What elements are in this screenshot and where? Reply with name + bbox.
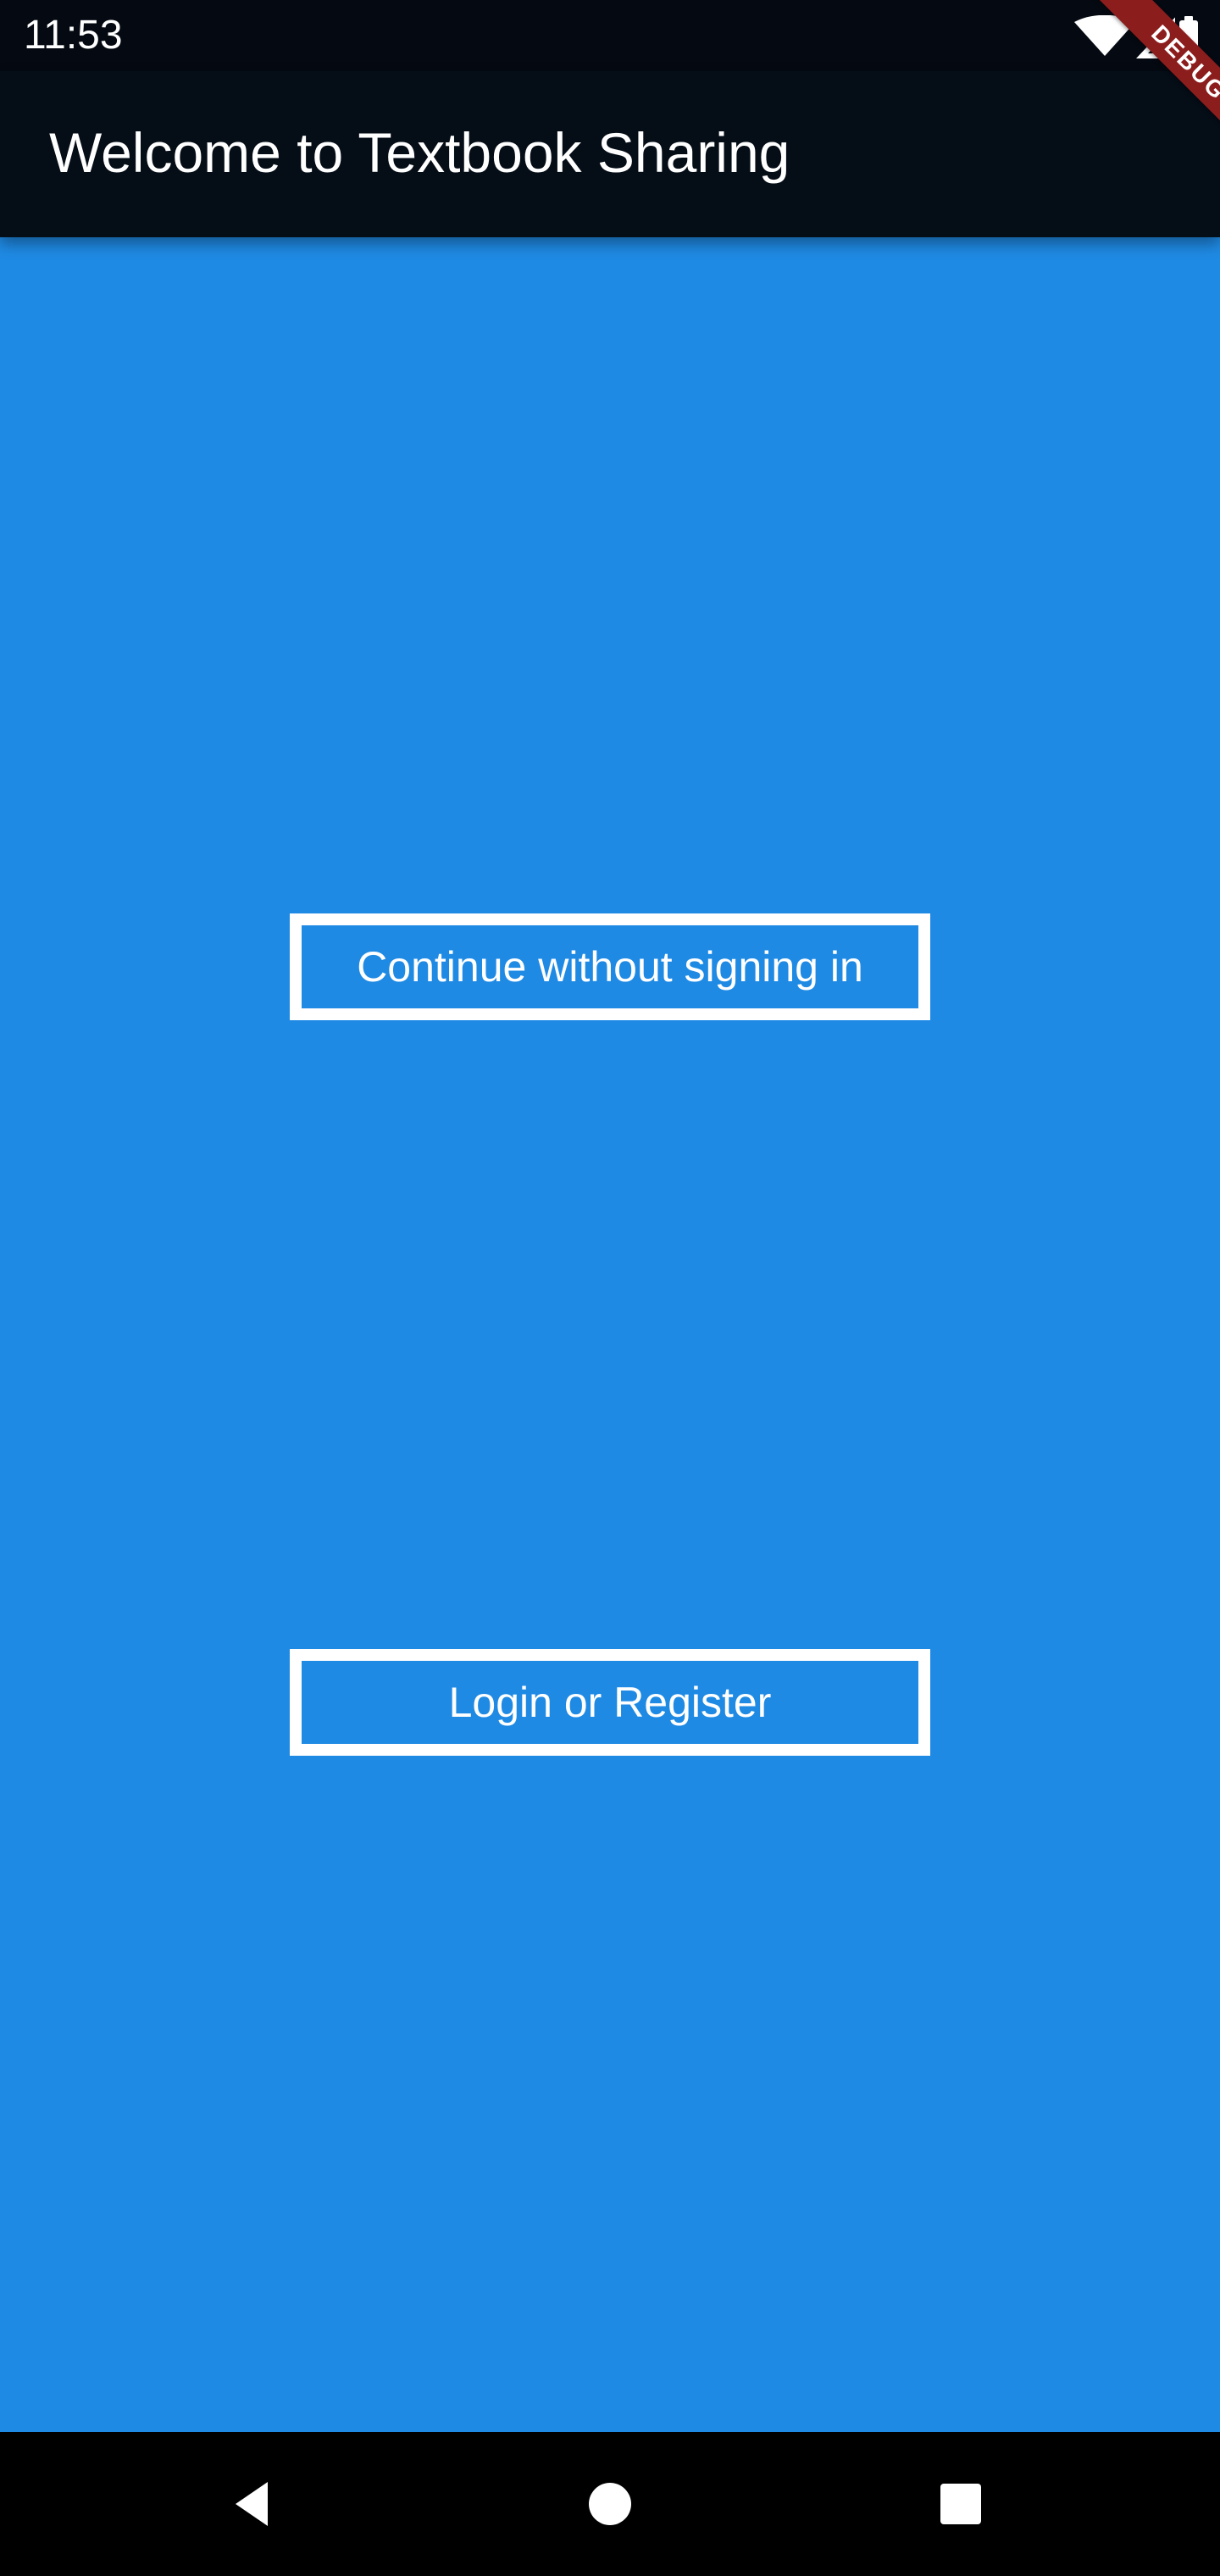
continue-without-signing-in-label: Continue without signing in (357, 943, 863, 991)
battery-icon (1179, 16, 1198, 56)
recent-apps-button[interactable] (910, 2432, 1012, 2576)
wifi-icon (1074, 14, 1135, 56)
app-bar: Welcome to Textbook Sharing (0, 71, 1220, 237)
recent-apps-icon (940, 2484, 981, 2524)
back-icon (236, 2482, 268, 2526)
status-bar: 11:53 (0, 0, 1220, 71)
welcome-content: Continue without signing in Login or Reg… (0, 237, 1220, 2432)
home-button[interactable] (559, 2432, 661, 2576)
status-icon-group (1074, 14, 1198, 58)
status-icons (1062, 14, 1198, 59)
cellular-signal-icon (1136, 17, 1175, 58)
login-or-register-button[interactable]: Login or Register (290, 1649, 930, 1756)
app-bar-title: Welcome to Textbook Sharing (49, 121, 790, 184)
status-time: 11:53 (24, 13, 123, 58)
back-button[interactable] (203, 2432, 305, 2576)
home-icon (589, 2483, 631, 2525)
continue-without-signing-in-button[interactable]: Continue without signing in (290, 913, 930, 1020)
system-navigation-bar (0, 2432, 1220, 2576)
login-or-register-label: Login or Register (448, 1679, 772, 1726)
